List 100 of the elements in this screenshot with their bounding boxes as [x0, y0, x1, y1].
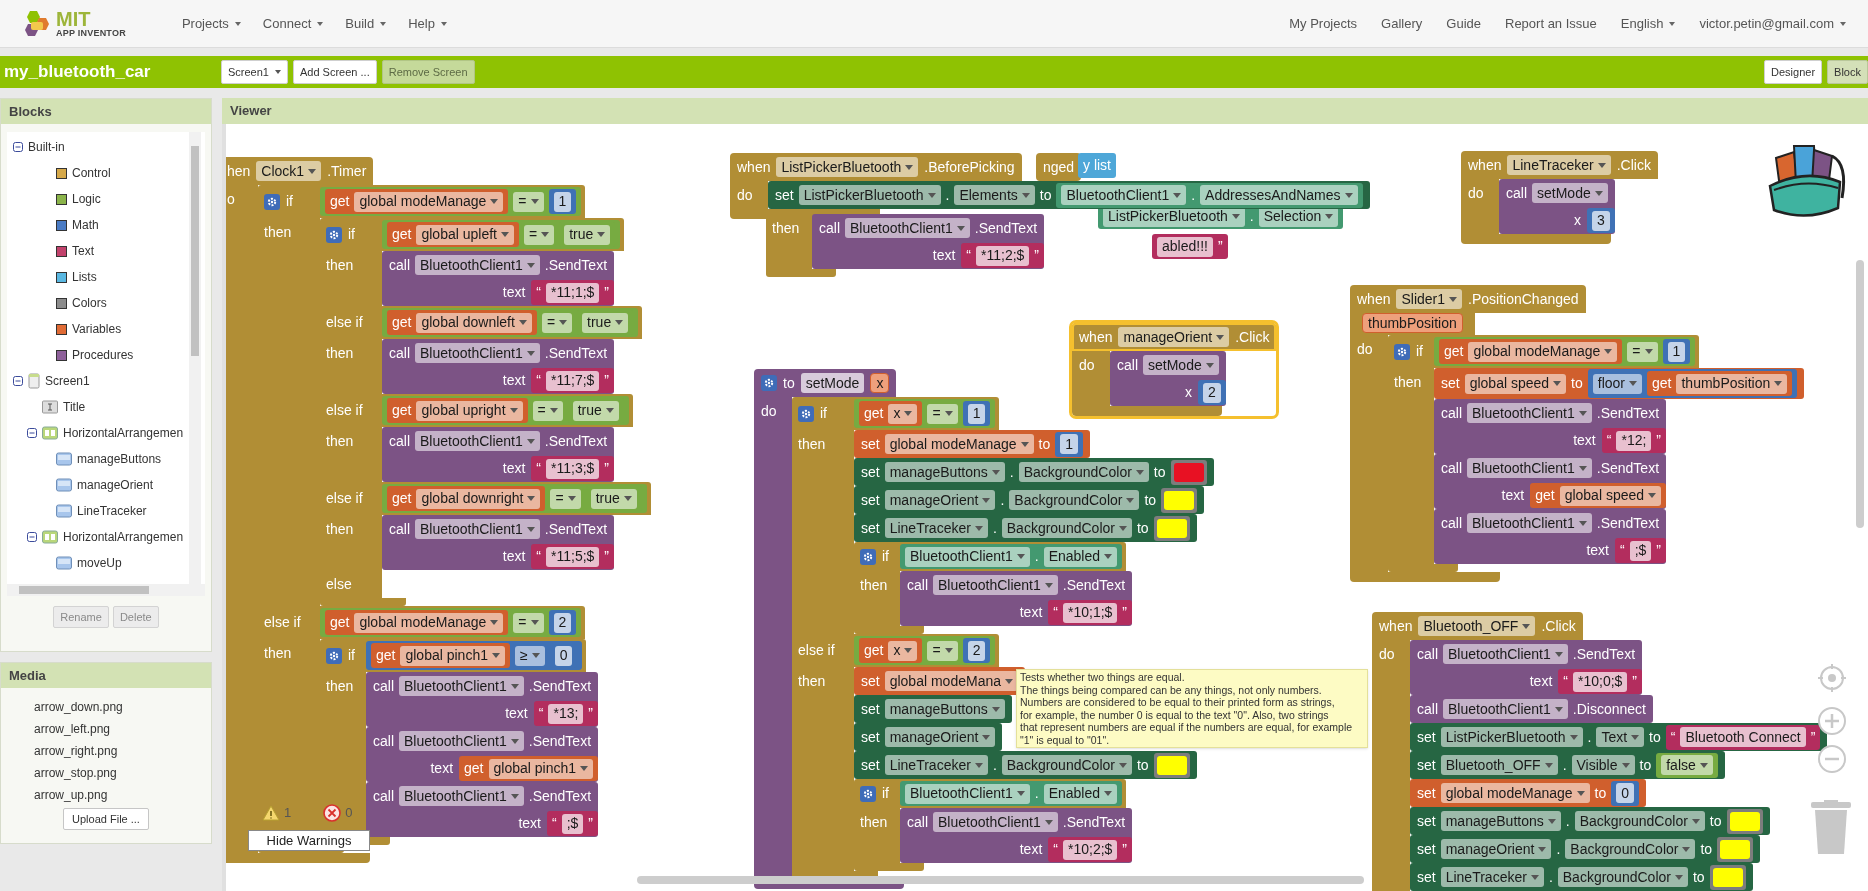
input-field[interactable]: *11;2;$ [976, 245, 1030, 266]
tree-item[interactable]: Text [72, 242, 94, 260]
dropdown-field[interactable]: BluetoothClient1 [1443, 644, 1568, 664]
media-file[interactable]: arrow_right.png [34, 740, 211, 762]
dropdown-field[interactable]: Visible [1571, 755, 1635, 775]
dropdown-field[interactable]: AddressesAndNames [1200, 185, 1358, 205]
dropdown-field[interactable]: BluetoothClient1 [415, 343, 540, 363]
dropdown-field[interactable]: setMode [1532, 183, 1608, 203]
tree-item[interactable]: Built-in [28, 138, 65, 156]
input-field[interactable]: 1 [553, 191, 572, 212]
input-field[interactable]: 1 [967, 403, 986, 424]
tree-item[interactable]: HorizontalArrangemen [63, 528, 184, 546]
dropdown-field[interactable]: global modeManage [1440, 783, 1590, 803]
collapse-icon[interactable] [27, 428, 37, 438]
dropdown-field[interactable]: BluetoothClient1 [399, 676, 524, 696]
dropdown-field[interactable]: global speed [1464, 373, 1567, 394]
dropdown-field[interactable]: global modeManage [884, 434, 1034, 454]
tree-item[interactable]: Screen1 [45, 372, 90, 390]
dropdown-field[interactable]: global modeManage [1468, 341, 1618, 362]
dropdown-field[interactable]: ListPickerBluetooth [1440, 727, 1583, 747]
dropdown-field[interactable]: x [888, 403, 918, 424]
dropdown-field[interactable]: BluetoothClient1 [415, 255, 540, 275]
input-field[interactable]: Bluetooth Connect [1680, 727, 1806, 747]
dropdown-field[interactable]: BluetoothClient1 [399, 786, 524, 806]
input-field[interactable]: *13; [548, 703, 584, 724]
dropdown-field[interactable]: Slider1 [1396, 289, 1463, 309]
dropdown-field[interactable]: x [888, 640, 918, 661]
scrollbar[interactable] [637, 876, 1364, 884]
input-field[interactable]: 3 [1591, 210, 1610, 231]
dropdown-field[interactable]: LineTraceker [1507, 155, 1611, 175]
input-field[interactable]: *11;5;$ [546, 546, 600, 567]
dropdown-field[interactable]: BluetoothClient1 [933, 575, 1058, 595]
dropdown-field[interactable]: true [572, 400, 619, 421]
collapse-icon[interactable] [13, 142, 23, 152]
dropdown-field[interactable]: = [513, 612, 544, 633]
dropdown-field[interactable]: Bluetooth_OFF [1440, 755, 1558, 775]
dropdown-field[interactable]: setMode [1143, 355, 1219, 375]
input-field[interactable]: abled!!! [1157, 236, 1213, 257]
dropdown-field[interactable]: manageOrient [1440, 839, 1552, 859]
dropdown-field[interactable]: = [513, 191, 544, 212]
tree-item[interactable]: LineTraceker [77, 502, 147, 520]
menu-item[interactable]: English [1620, 13, 1676, 34]
menu-item[interactable]: Build [345, 13, 387, 34]
zoom-in-icon[interactable] [1817, 706, 1847, 736]
dropdown-field[interactable]: BackgroundColor [1565, 839, 1696, 859]
input-field[interactable]: 1 [1667, 341, 1686, 362]
dropdown-field[interactable]: BluetoothClient1 [905, 783, 1030, 804]
tree-item[interactable]: HorizontalArrangemen [63, 424, 184, 442]
dropdown-field[interactable]: Clock1 [256, 161, 322, 181]
dropdown-field[interactable]: BluetoothClient1 [933, 812, 1058, 832]
input-field[interactable]: 0 [554, 645, 573, 666]
menu-item[interactable]: My Projects [1289, 13, 1358, 34]
tree-item[interactable]: manageOrient [77, 476, 154, 494]
input-field[interactable]: 0 [1616, 783, 1635, 803]
input-field[interactable]: 1 [1060, 434, 1079, 454]
menu-item[interactable]: Projects [181, 13, 241, 34]
media-file[interactable]: arrow_down.png [34, 696, 211, 718]
input-field[interactable]: *11;1;$ [546, 282, 600, 303]
dropdown-field[interactable]: = [550, 488, 581, 509]
tree-item[interactable]: Variables [72, 320, 122, 338]
dropdown-field[interactable]: = [532, 400, 563, 421]
dropdown-field[interactable]: Enabled [1043, 783, 1118, 804]
dropdown-field[interactable]: thumbPosition [1676, 373, 1788, 394]
dropdown-field[interactable]: global downright [416, 488, 541, 509]
dropdown-field[interactable]: Elements [954, 185, 1035, 205]
dropdown-field[interactable]: BluetoothClient1 [1467, 403, 1592, 423]
dropdown-field[interactable]: BluetoothClient1 [415, 431, 540, 451]
dropdown-field[interactable]: global upleft [416, 224, 514, 245]
menu-item[interactable]: Help [408, 13, 447, 34]
input-field[interactable]: *12; [1616, 430, 1652, 451]
input-field[interactable]: 2 [967, 640, 986, 661]
dropdown-field[interactable]: global upright [416, 400, 523, 421]
media-file[interactable]: arrow_left.png [34, 718, 211, 740]
collapse-icon[interactable] [27, 532, 37, 542]
menu-item[interactable]: Gallery [1381, 13, 1423, 34]
dropdown-field[interactable]: BluetoothClient1 [845, 218, 970, 238]
tree-item[interactable]: Colors [72, 294, 107, 312]
dropdown-field[interactable]: Bluetooth_OFF [1418, 616, 1536, 636]
input-field[interactable]: ;$ [1629, 540, 1652, 561]
dropdown-field[interactable]: LineTraceker [884, 518, 988, 538]
tree-item[interactable]: Title [63, 398, 86, 416]
input-field[interactable]: ;$ [561, 813, 584, 834]
dropdown-field[interactable]: ListPickerBluetooth [798, 185, 941, 205]
input-field[interactable]: *11;3;$ [546, 458, 600, 479]
input-field[interactable]: 2 [1202, 382, 1221, 403]
scrollbar[interactable] [7, 584, 205, 596]
zoom-out-icon[interactable] [1817, 744, 1847, 774]
input-field[interactable]: 2 [553, 612, 572, 633]
dropdown-field[interactable]: true [590, 488, 637, 509]
tree-item[interactable]: Math [72, 216, 99, 234]
dropdown-field[interactable]: manageButtons [884, 699, 1005, 719]
tree-item[interactable]: moveUp [77, 554, 122, 572]
media-file[interactable]: arrow_stop.png [34, 762, 211, 784]
tree-item[interactable]: Logic [72, 190, 101, 208]
dropdown-field[interactable]: BluetoothClient1 [399, 731, 524, 751]
dropdown-field[interactable]: global pinch1 [488, 758, 594, 779]
tree-item[interactable]: Lists [72, 268, 97, 286]
view-tab[interactable]: Block [1827, 60, 1868, 84]
dropdown-field[interactable]: true [564, 224, 611, 245]
dropdown-field[interactable]: manageButtons [884, 462, 1005, 482]
